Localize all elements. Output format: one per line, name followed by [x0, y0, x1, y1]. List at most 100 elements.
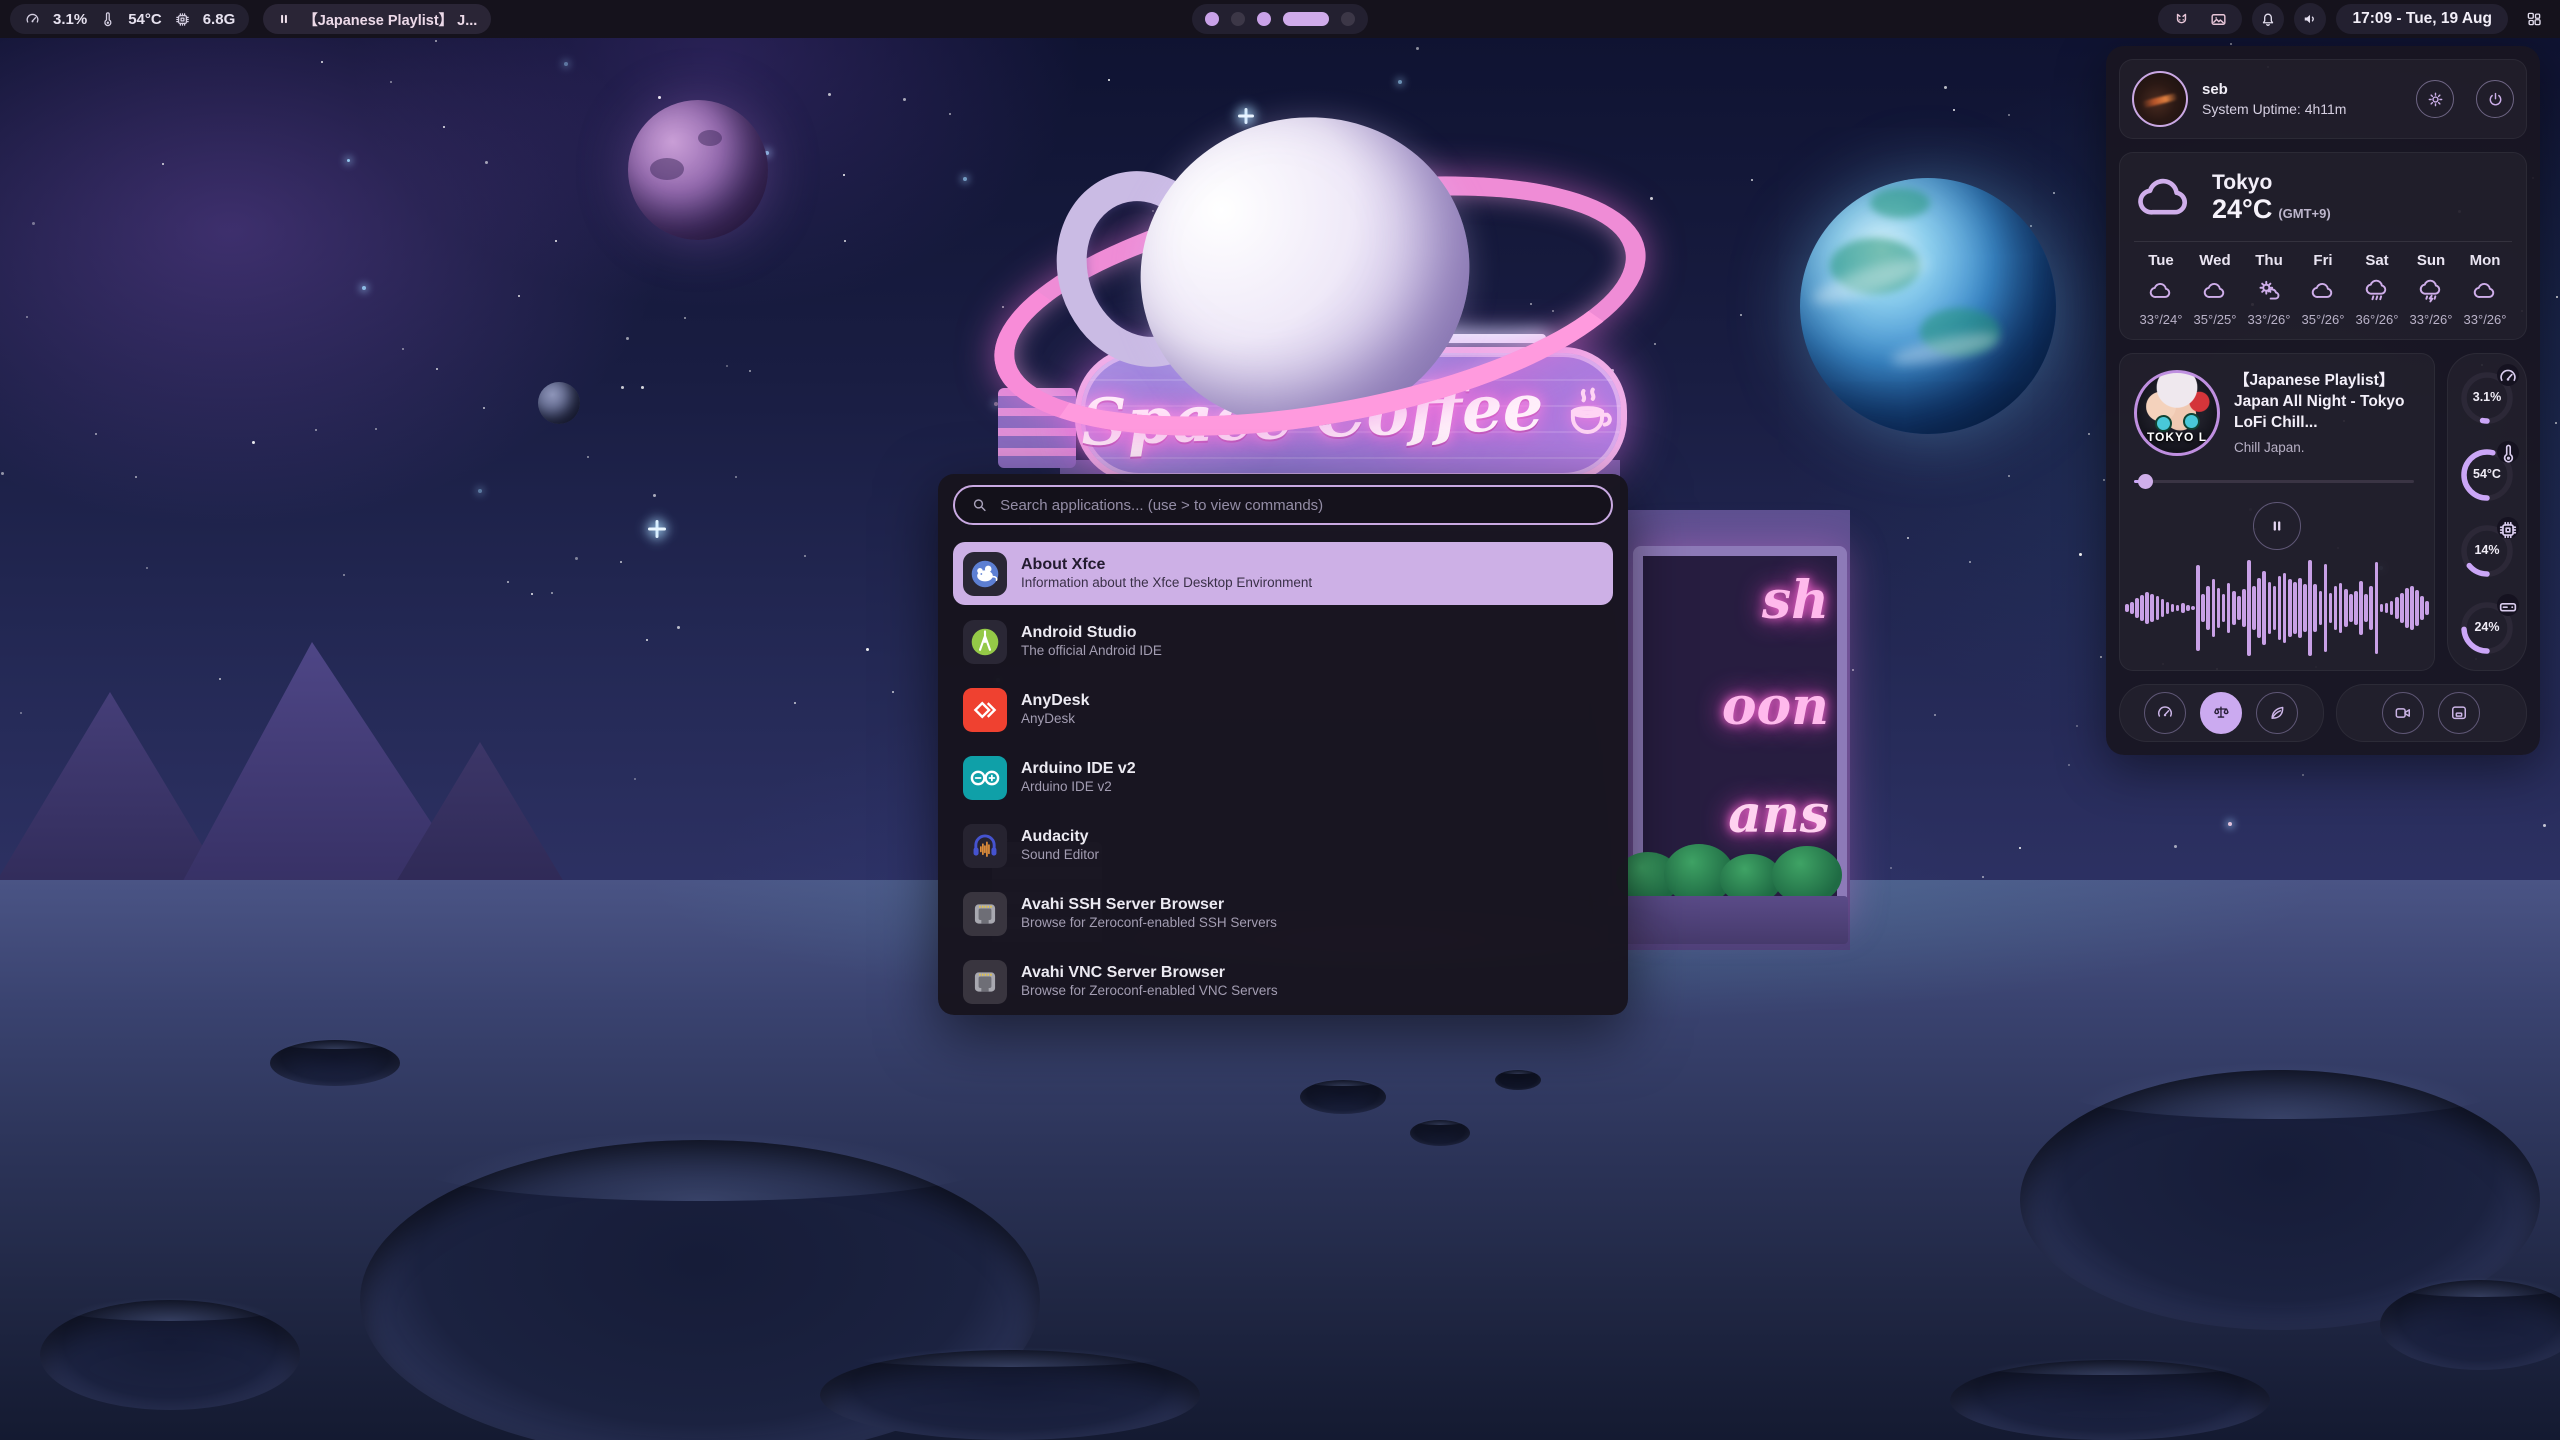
search-bar[interactable]	[953, 485, 1613, 525]
forecast-day-label: Sat	[2350, 252, 2404, 269]
app-description: Sound Editor	[1021, 848, 1099, 863]
system-gauge: 24%	[2457, 596, 2517, 658]
capture-button[interactable]	[2382, 692, 2424, 734]
scales-icon	[2211, 703, 2231, 723]
app-name: AnyDesk	[1021, 692, 1089, 710]
workspace-dot[interactable]	[1205, 12, 1219, 26]
power-profile-group	[2119, 684, 2324, 742]
forecast-day-label: Sun	[2404, 252, 2458, 269]
shop-bushes	[1616, 842, 1844, 904]
workspace-dot[interactable]	[1341, 12, 1355, 26]
disk-icon	[2502, 598, 2515, 611]
control-panel: seb System Uptime: 4h11m Tokyo 24°C(GMT+…	[2106, 46, 2540, 755]
speaker-icon	[2301, 10, 2319, 28]
weather-timezone: (GMT+9)	[2278, 206, 2330, 221]
app-list-item[interactable]: Arduino IDE v2 Arduino IDE v2	[953, 746, 1613, 809]
forecast-day-label: Thu	[2242, 252, 2296, 269]
system-gauge: 54°C	[2457, 443, 2517, 505]
audacity-icon	[963, 824, 1007, 868]
anydesk-icon	[963, 688, 1007, 732]
pause-icon	[2269, 518, 2285, 534]
notifications-button[interactable]	[2252, 3, 2284, 35]
search-icon	[971, 496, 988, 514]
system-tray[interactable]	[2158, 4, 2242, 34]
temperature-value: 54°C	[128, 11, 162, 28]
app-list-item[interactable]: Audacity Sound Editor	[953, 814, 1613, 877]
avahi-icon	[963, 960, 1007, 1004]
track-title: 【Japanese Playlist】 Japan All Night - To…	[2234, 371, 2420, 434]
cpu-usage-value: 3.1%	[53, 11, 87, 28]
app-description: Browse for Zeroconf-enabled VNC Servers	[1021, 984, 1278, 999]
screenshot-icon	[2449, 703, 2469, 723]
power-profile-button[interactable]	[2256, 692, 2298, 734]
workspace-dot[interactable]	[1283, 12, 1329, 26]
forecast-temps: 33°/26°	[2404, 312, 2458, 327]
pause-button[interactable]	[2253, 502, 2301, 550]
app-list-item[interactable]: AnyDesk AnyDesk	[953, 678, 1613, 741]
search-input[interactable]	[998, 496, 1595, 515]
seek-knob[interactable]	[2138, 474, 2153, 489]
cpu-gauge-icon	[24, 11, 41, 28]
power-button[interactable]	[2476, 80, 2514, 118]
suncloud-icon	[2256, 278, 2282, 304]
overview-button[interactable]	[2518, 3, 2550, 35]
system-gauge: 14%	[2457, 519, 2517, 581]
power-icon	[2486, 90, 2505, 109]
gauge-value: 14%	[2457, 543, 2517, 557]
purple-planet	[628, 100, 768, 240]
workspace-dot[interactable]	[1231, 12, 1245, 26]
forecast-temps: 36°/26°	[2350, 312, 2404, 327]
app-list-item[interactable]: Avahi SSH Server Browser Browse for Zero…	[953, 882, 1613, 945]
forecast-day: Tue 33°/24°	[2134, 252, 2188, 327]
app-name: Avahi VNC Server Browser	[1021, 964, 1278, 982]
workspace-switcher[interactable]	[1192, 4, 1368, 34]
cloud-icon	[2310, 278, 2336, 304]
app-name: Audacity	[1021, 828, 1099, 846]
gauge-value: 3.1%	[2457, 390, 2517, 404]
forecast-day: Fri 35°/26°	[2296, 252, 2350, 327]
app-launcher: About Xfce Information about the Xfce De…	[938, 474, 1628, 1015]
forecast-temps: 33°/24°	[2134, 312, 2188, 327]
forecast-day: Thu 33°/26°	[2242, 252, 2296, 327]
avahi-icon	[963, 892, 1007, 936]
top-bar: 3.1% 54°C 6.8G 【Japanese Playlist】 J... …	[0, 0, 2560, 38]
app-name: Avahi SSH Server Browser	[1021, 896, 1277, 914]
album-art-label: TOKYO L	[2137, 430, 2217, 444]
capture-group	[2336, 684, 2527, 742]
capture-button[interactable]	[2438, 692, 2480, 734]
power-profile-button[interactable]	[2144, 692, 2186, 734]
coffee-cup-icon	[1557, 383, 1621, 447]
videocam-icon	[2393, 703, 2413, 723]
top-bar-right: 17:09 - Tue, 19 Aug	[2158, 3, 2550, 35]
arduino-icon	[963, 756, 1007, 800]
cloud-icon	[2472, 278, 2498, 304]
forecast-day: Mon 33°/26°	[2458, 252, 2512, 327]
forecast-day-label: Mon	[2458, 252, 2512, 269]
window-neon-word: oon	[1722, 676, 1829, 737]
system-gauges-card: 3.1% 54°C 14%	[2447, 353, 2527, 671]
settings-button[interactable]	[2416, 80, 2454, 118]
image-icon[interactable]	[2209, 10, 2228, 29]
seek-bar[interactable]	[2134, 474, 2420, 488]
volume-button[interactable]	[2294, 3, 2326, 35]
app-list-item[interactable]: Avahi VNC Server Browser Browse for Zero…	[953, 950, 1613, 1013]
leaf-icon	[2267, 703, 2287, 723]
clock[interactable]: 17:09 - Tue, 19 Aug	[2336, 4, 2508, 34]
power-profile-button[interactable]	[2200, 692, 2242, 734]
app-list-item[interactable]: About Xfce Information about the Xfce De…	[953, 542, 1613, 605]
app-list-item[interactable]: Android Studio The official Android IDE	[953, 610, 1613, 673]
now-playing-pill[interactable]: 【Japanese Playlist】 J...	[263, 4, 491, 34]
forecast-temps: 33°/26°	[2242, 312, 2296, 327]
gauge-value: 54°C	[2457, 467, 2517, 481]
system-stats-pill[interactable]: 3.1% 54°C 6.8G	[10, 4, 249, 34]
forecast-day-label: Fri	[2296, 252, 2350, 269]
cat-icon[interactable]	[2172, 10, 2191, 29]
media-player-card: TOKYO L 【Japanese Playlist】 Japan All Ni…	[2119, 353, 2435, 671]
app-name: Android Studio	[1021, 624, 1162, 642]
divider	[2134, 241, 2512, 242]
cloud-icon	[2148, 278, 2174, 304]
system-gauge: 3.1%	[2457, 366, 2517, 428]
app-name: About Xfce	[1021, 556, 1312, 574]
workspace-dot[interactable]	[1257, 12, 1271, 26]
weather-city: Tokyo	[2212, 171, 2331, 194]
